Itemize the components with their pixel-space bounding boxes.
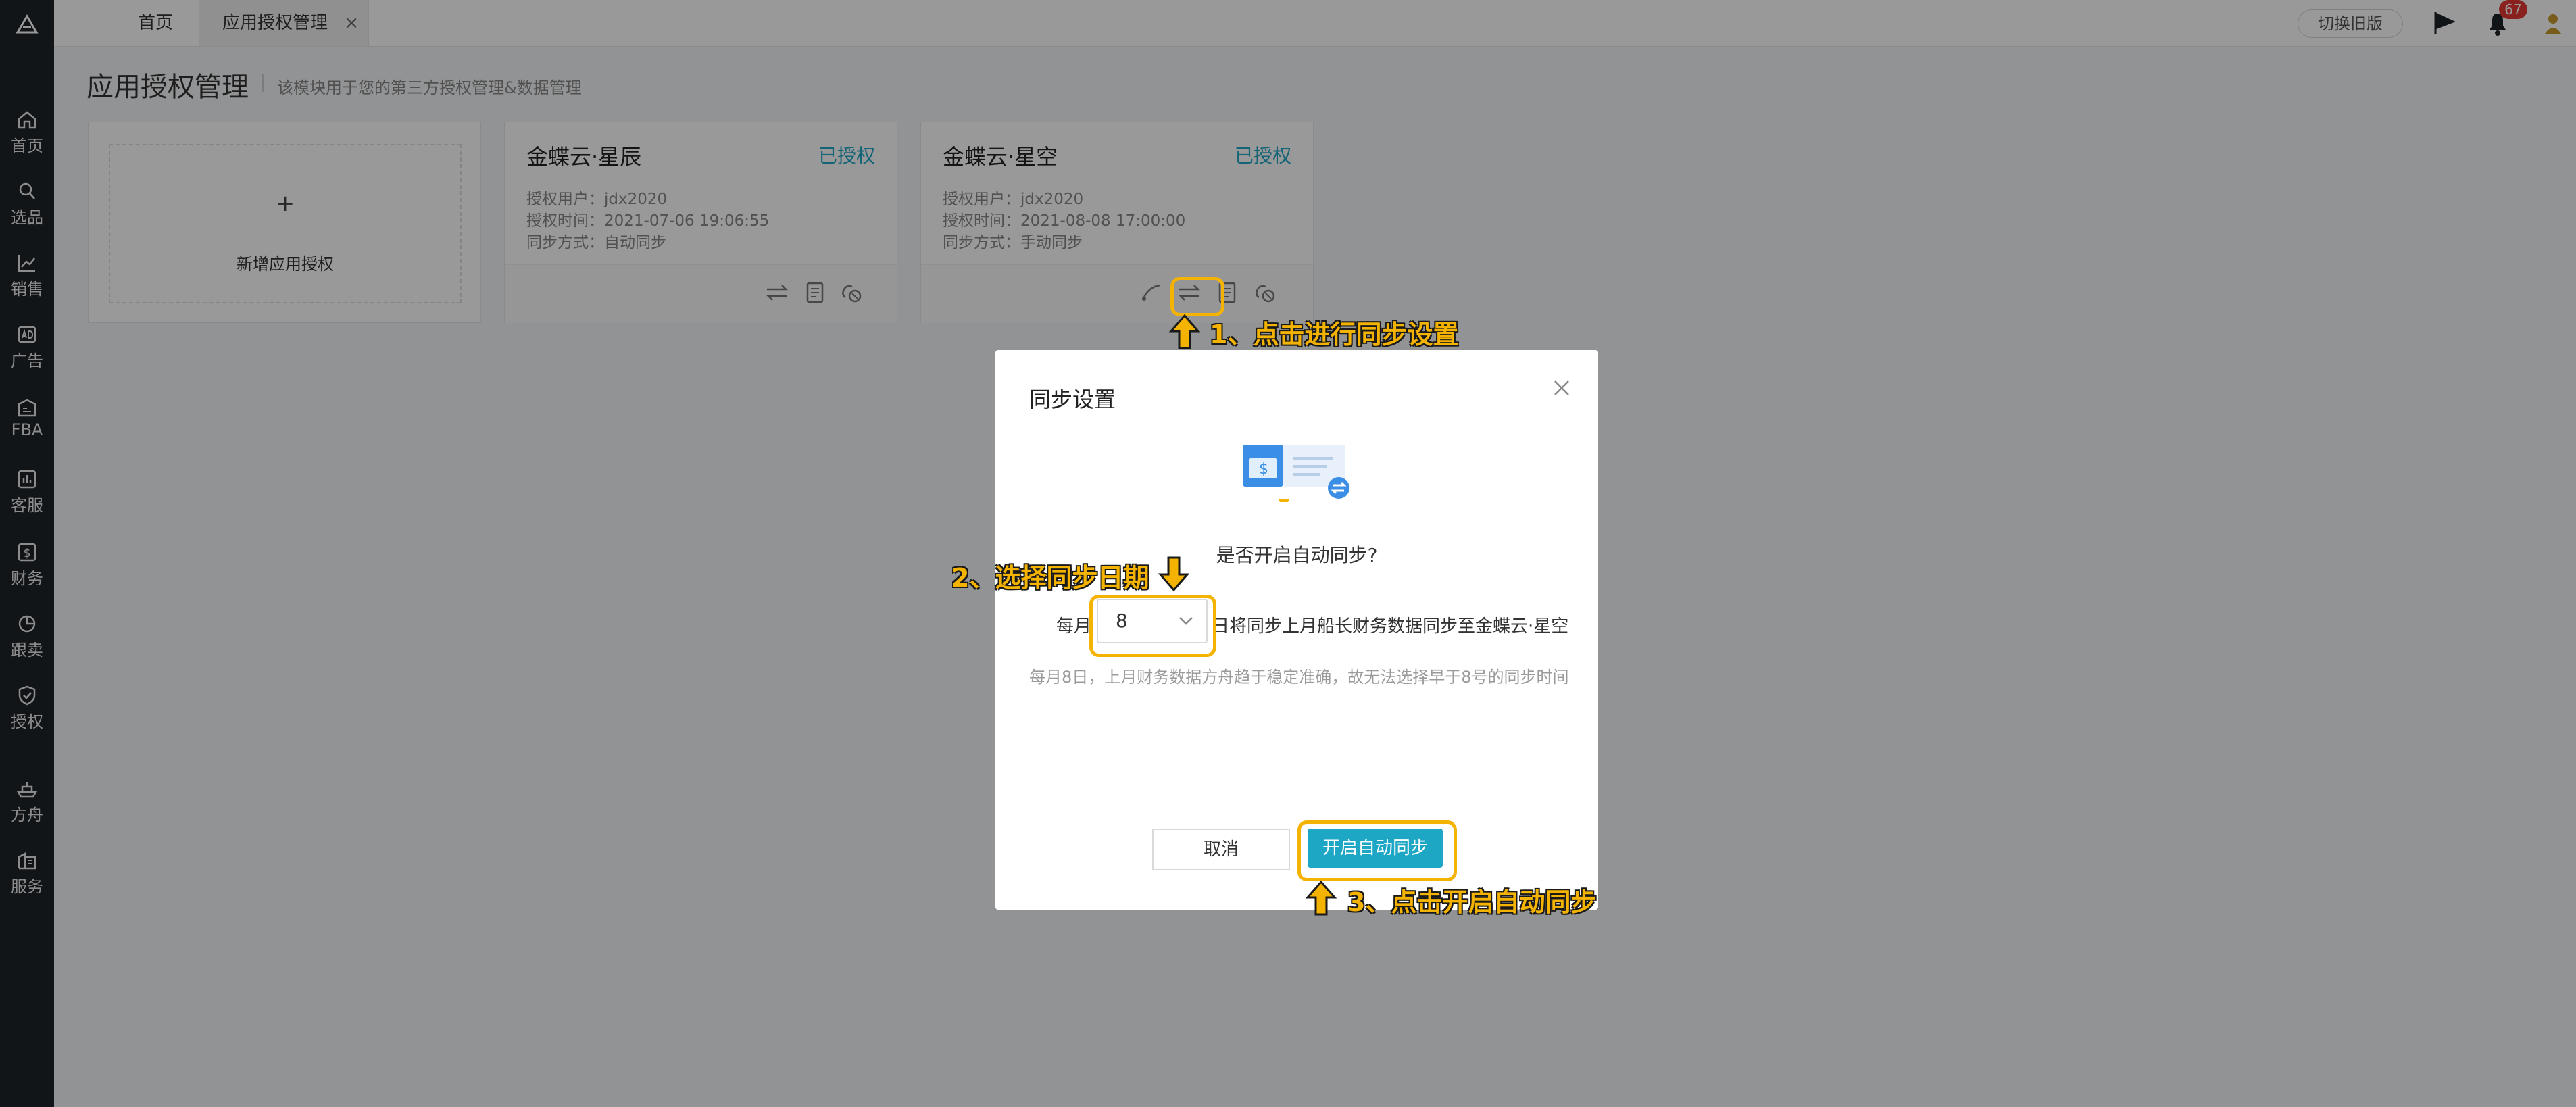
- cancel-button[interactable]: 取消: [1152, 829, 1290, 870]
- highlight-sync-settings-icon: [1170, 277, 1224, 316]
- sync-settings-dialog: 同步设置 $ 是否开启自动同步? 每月 8 日将同步上月船长财务数据同步至金蝶云…: [995, 350, 1598, 910]
- arrow-up-icon: [1306, 880, 1337, 916]
- annotation-step-3: 3、点击开启自动同步: [1347, 887, 1597, 917]
- sync-illustration-icon: $: [1243, 445, 1349, 502]
- arrow-down-icon: [1158, 556, 1189, 592]
- sync-row-prefix: 每月: [1056, 616, 1092, 637]
- annotation-step-1: 1、点击进行同步设置: [1210, 320, 1459, 349]
- highlight-enable-auto-sync-button: [1297, 820, 1457, 881]
- annotation-step-2: 2、选择同步日期: [951, 563, 1149, 593]
- sync-hint: 每月8日，上月财务数据方舟趋于稳定准确，故无法选择早于8号的同步时间: [1029, 668, 1569, 687]
- svg-text:$: $: [1259, 461, 1268, 478]
- highlight-sync-day-select: [1089, 595, 1216, 657]
- close-icon[interactable]: [1552, 378, 1571, 397]
- sync-row-suffix: 日将同步上月船长财务数据同步至金蝶云·星空: [1212, 616, 1569, 637]
- dialog-title: 同步设置: [1029, 387, 1116, 412]
- arrow-up-icon: [1169, 314, 1200, 349]
